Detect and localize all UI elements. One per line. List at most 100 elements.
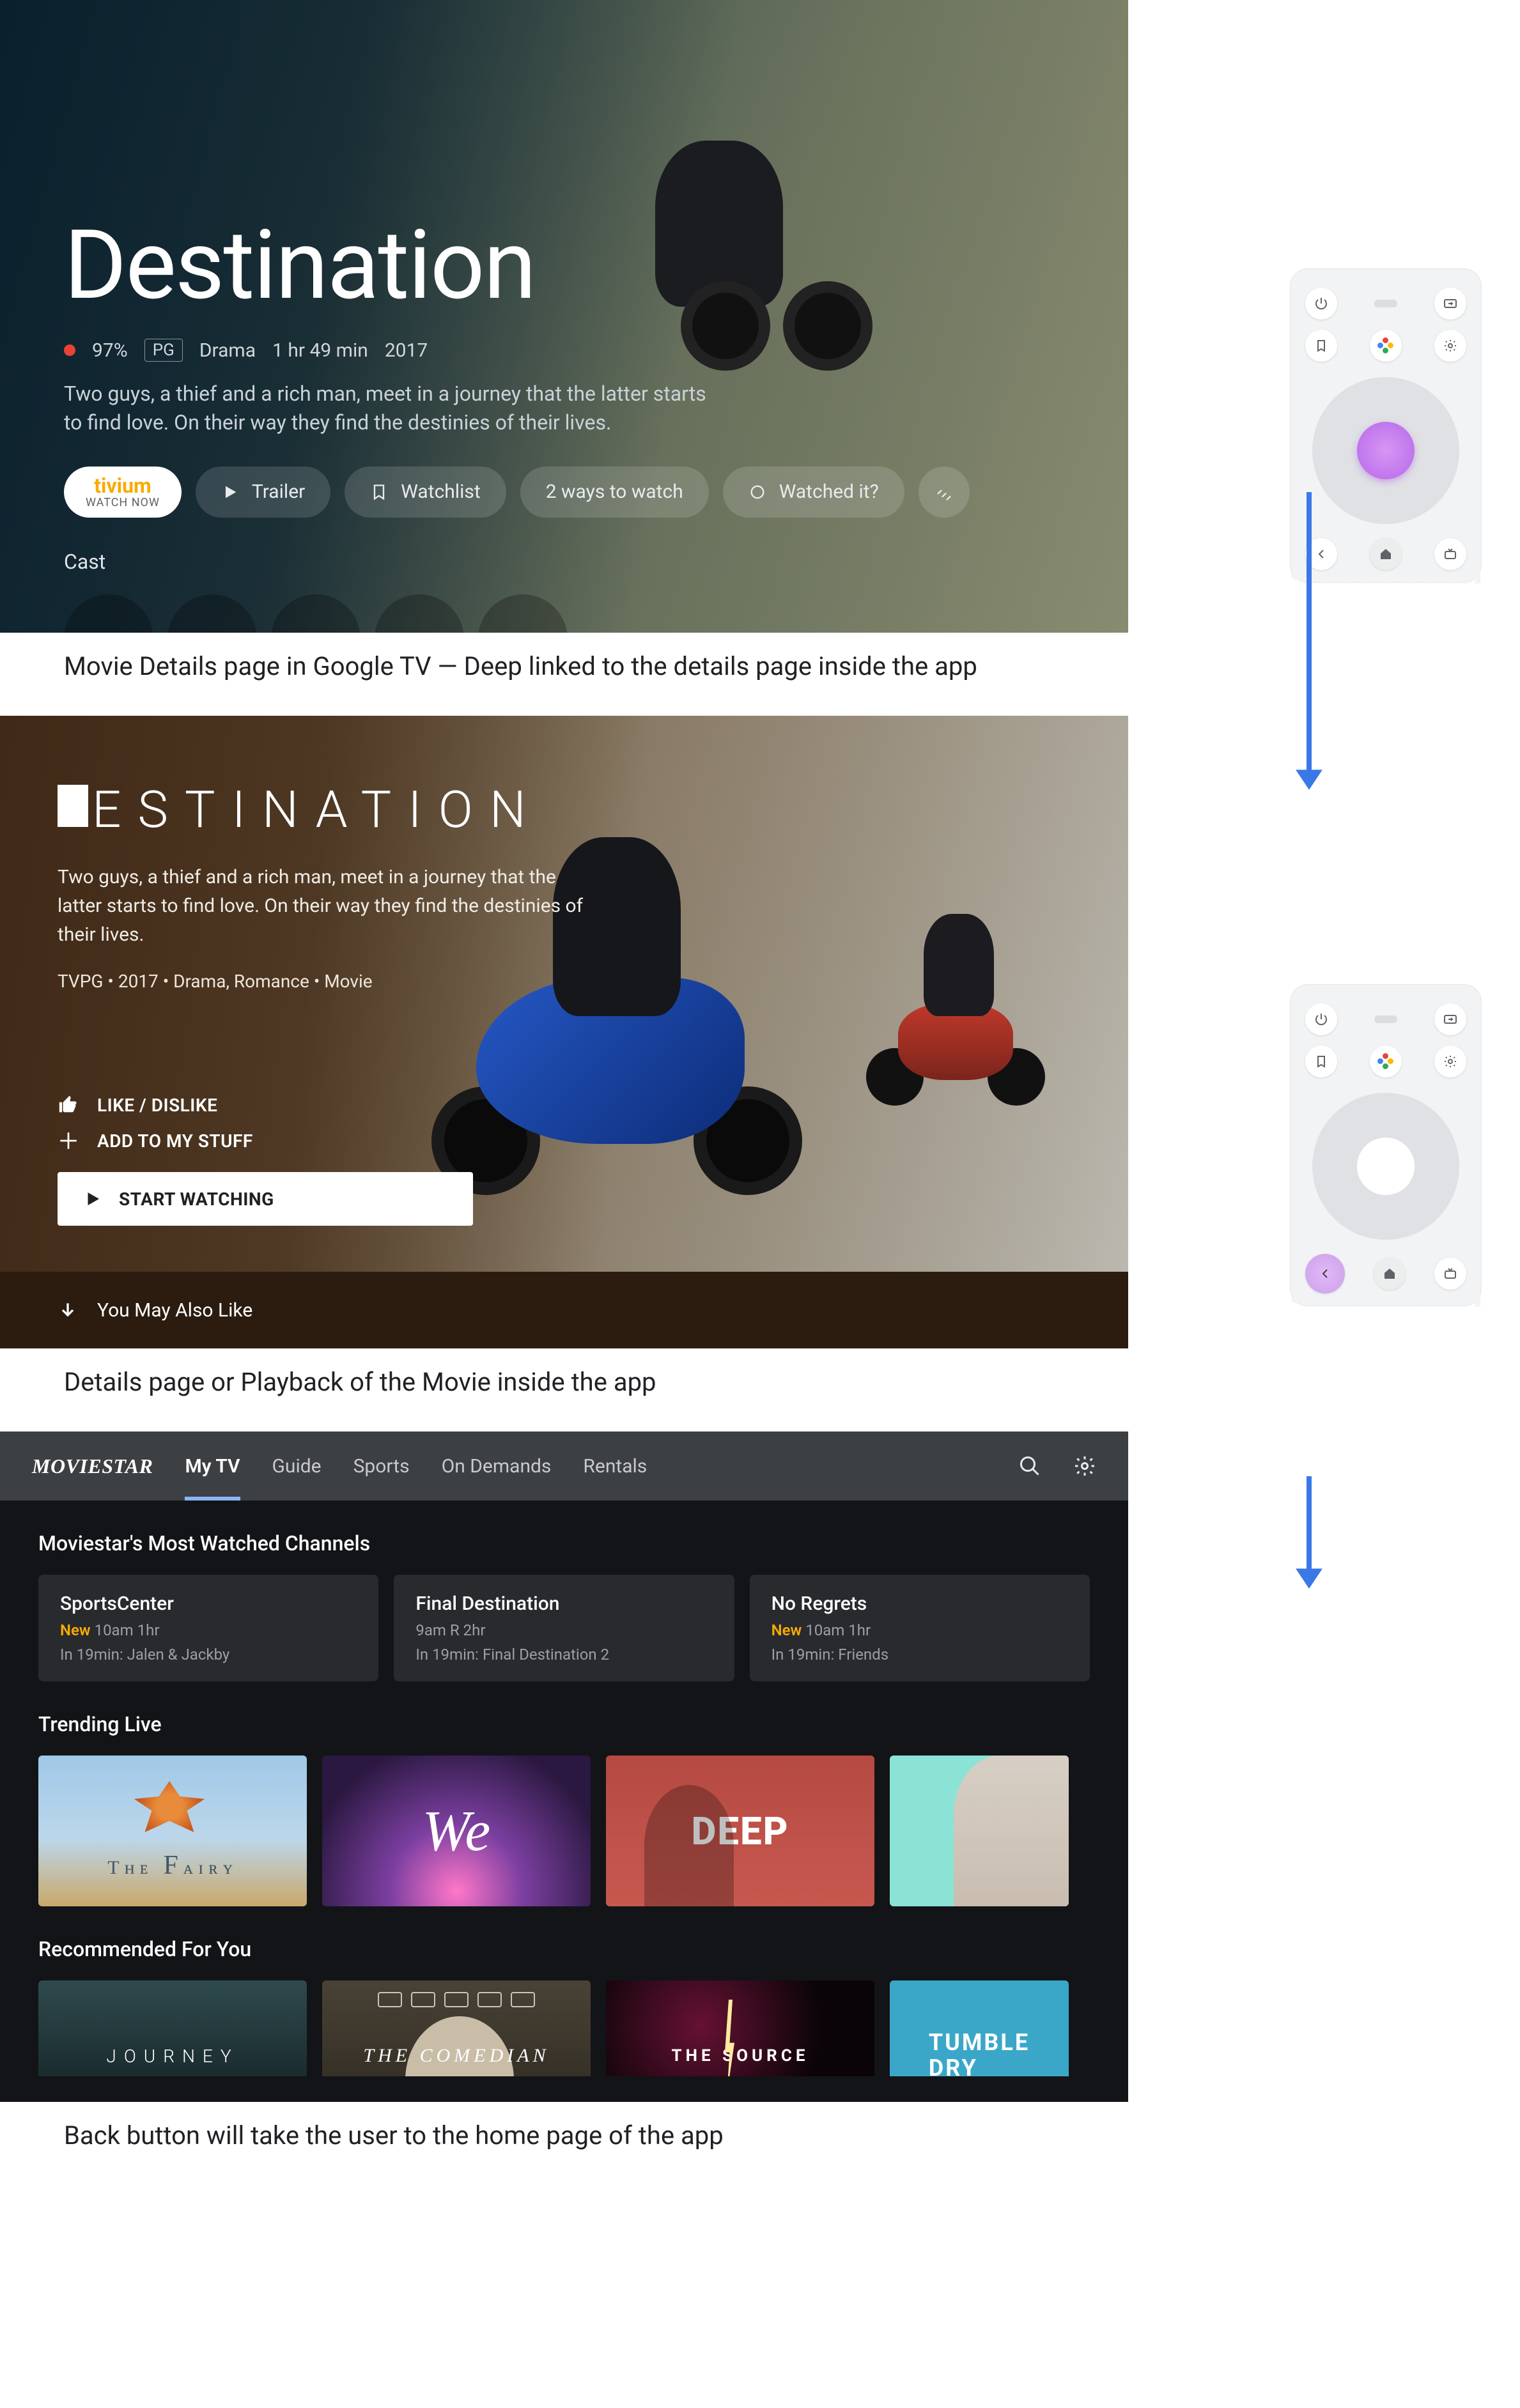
remote-assistant-button[interactable] [1370, 1046, 1402, 1077]
section-recommended-title: Recommended For You [0, 1906, 1128, 1980]
tab-rentals[interactable]: Rentals [583, 1433, 647, 1499]
input-icon [1443, 296, 1458, 311]
channel-card[interactable]: No Regrets New 10am 1hr In 19min: Friend… [750, 1575, 1090, 1681]
start-watching-button[interactable]: START WATCHING [58, 1172, 473, 1226]
remote-back-button-highlighted[interactable] [1305, 1254, 1345, 1293]
match-dot-icon [64, 344, 75, 356]
rate-icon [935, 483, 953, 501]
tab-guide[interactable]: Guide [272, 1433, 322, 1499]
channel-cards-row: SportsCenter New 10am 1hr In 19min: Jale… [0, 1575, 1128, 1681]
thumb-up-icon [58, 1094, 79, 1116]
tv-icon [1443, 1266, 1458, 1281]
remote-live-tv-button[interactable] [1434, 1258, 1466, 1290]
tab-sports[interactable]: Sports [353, 1433, 410, 1499]
channel-card[interactable]: SportsCenter New 10am 1hr In 19min: Jale… [38, 1575, 378, 1681]
caption-2: Details page or Playback of the Movie in… [0, 1348, 1128, 1432]
trending-poster-fairy[interactable]: Tʜᴇ Fᴀɪʀʏ [38, 1756, 307, 1906]
watched-label: Watched it? [779, 481, 879, 503]
caption-1: Movie Details page in Google TV — Deep l… [0, 633, 1128, 716]
more-actions-button[interactable] [919, 467, 970, 518]
year-label: 2017 [385, 339, 428, 362]
play-icon [221, 483, 239, 501]
remote-input-button[interactable] [1434, 288, 1466, 320]
provider-sub: WATCH NOW [86, 497, 160, 509]
hero-art [604, 38, 962, 396]
arrow-down-icon [1290, 492, 1328, 792]
watchlist-label: Watchlist [401, 481, 480, 503]
remote-power-button[interactable] [1305, 1003, 1337, 1035]
trending-poster-my-only-one[interactable]: MY ONLY ONE [890, 1756, 1069, 1906]
remote-dpad[interactable] [1312, 1093, 1459, 1240]
remote-select-button[interactable] [1357, 1138, 1415, 1195]
remote-select-button[interactable] [1357, 422, 1415, 479]
watchlist-button[interactable]: Watchlist [345, 467, 506, 518]
remote-home-button[interactable] [1374, 1258, 1406, 1290]
section-trending-title: Trending Live [0, 1681, 1128, 1756]
watched-it-button[interactable]: Watched it? [723, 467, 904, 518]
cast-strip [0, 594, 1128, 633]
channel-title: Final Destination [415, 1593, 712, 1615]
channel-line1: 9am R 2hr [415, 1621, 712, 1639]
trailer-label: Trailer [252, 481, 305, 503]
remote-dpad[interactable] [1312, 377, 1459, 524]
app-home-screen: MOVIESTAR My TV Guide Sports On Demands … [0, 1432, 1128, 2102]
remote-input-button[interactable] [1434, 1003, 1466, 1035]
bookmark-icon [1314, 338, 1329, 353]
google-tv-details-screen: Destination 97% PG Drama 1 hr 49 min 201… [0, 0, 1128, 633]
gear-icon [1443, 1054, 1458, 1069]
app-synopsis: Two guys, a thief and a rich man, meet i… [58, 863, 588, 949]
play-icon [83, 1189, 102, 1208]
tab-my-tv[interactable]: My TV [185, 1433, 240, 1499]
arrow-down-icon [58, 1300, 78, 1320]
home-icon [1382, 1266, 1397, 1281]
remote-assistant-button[interactable] [1370, 330, 1402, 362]
power-icon [1314, 1012, 1329, 1027]
you-may-also-like-row[interactable]: You May Also Like [0, 1272, 1128, 1348]
trailer-button[interactable]: Trailer [196, 467, 330, 518]
assistant-icon [1377, 1053, 1394, 1070]
app-meta: TVPG • 2017 • Drama, Romance • Movie [58, 971, 1128, 992]
channel-line1: New 10am 1hr [772, 1621, 1068, 1639]
rec-poster-source[interactable]: THE SOURCE [606, 1980, 874, 2076]
provider-brand: tivium [94, 475, 151, 496]
remote-power-button[interactable] [1305, 288, 1337, 320]
tab-on-demands[interactable]: On Demands [442, 1433, 552, 1499]
channel-title: No Regrets [772, 1593, 1068, 1615]
remote-settings-button[interactable] [1434, 330, 1466, 362]
trending-poster-we[interactable]: We [322, 1756, 591, 1906]
flow-arrow-2 [1290, 1476, 1328, 1591]
channel-card[interactable]: Final Destination 9am R 2hr In 19min: Fi… [394, 1575, 734, 1681]
caption-3: Back button will take the user to the ho… [0, 2102, 1128, 2185]
rec-poster-journey[interactable]: JOURNEY [38, 1980, 307, 2076]
trending-poster-deep[interactable]: DEEP [606, 1756, 874, 1906]
watch-now-button[interactable]: tivium WATCH NOW [64, 467, 182, 518]
remote-bookmark-button[interactable] [1305, 330, 1337, 362]
add-to-stuff-button[interactable]: ADD TO MY STUFF [58, 1130, 1128, 1152]
remote-settings-button[interactable] [1434, 1046, 1466, 1077]
also-label: You May Also Like [97, 1299, 252, 1322]
gear-icon[interactable] [1073, 1455, 1096, 1478]
rating-badge: PG [144, 339, 183, 362]
home-icon [1378, 546, 1393, 562]
channel-line1: New 10am 1hr [60, 1621, 357, 1639]
back-arrow-icon [1317, 1266, 1333, 1281]
remote-bookmark-button[interactable] [1305, 1046, 1337, 1077]
remote-home-button[interactable] [1370, 538, 1402, 570]
arrow-down-icon [1290, 1476, 1328, 1591]
like-dislike-button[interactable]: LIKE / DISLIKE [58, 1094, 1128, 1116]
section-channels-title: Moviestar's Most Watched Channels [0, 1501, 1128, 1575]
power-icon [1314, 296, 1329, 311]
assistant-icon [1377, 337, 1394, 354]
app-details-screen: ESTINATION Two guys, a thief and a rich … [0, 716, 1128, 1348]
app-brand: MOVIESTAR [32, 1455, 153, 1478]
channel-line2: In 19min: Friends [772, 1646, 1068, 1663]
rec-poster-comedian[interactable]: THE COMEDIAN [322, 1980, 591, 2076]
ways-label: 2 ways to watch [546, 481, 683, 503]
ways-to-watch-button[interactable]: 2 ways to watch [520, 467, 709, 518]
match-percent: 97% [92, 339, 128, 362]
remote-live-tv-button[interactable] [1434, 538, 1466, 570]
rec-poster-tumble-dry[interactable]: TUMBLE DRY [890, 1980, 1069, 2076]
cast-heading: Cast [64, 550, 1064, 574]
search-icon[interactable] [1018, 1455, 1041, 1478]
channel-title: SportsCenter [60, 1593, 357, 1615]
